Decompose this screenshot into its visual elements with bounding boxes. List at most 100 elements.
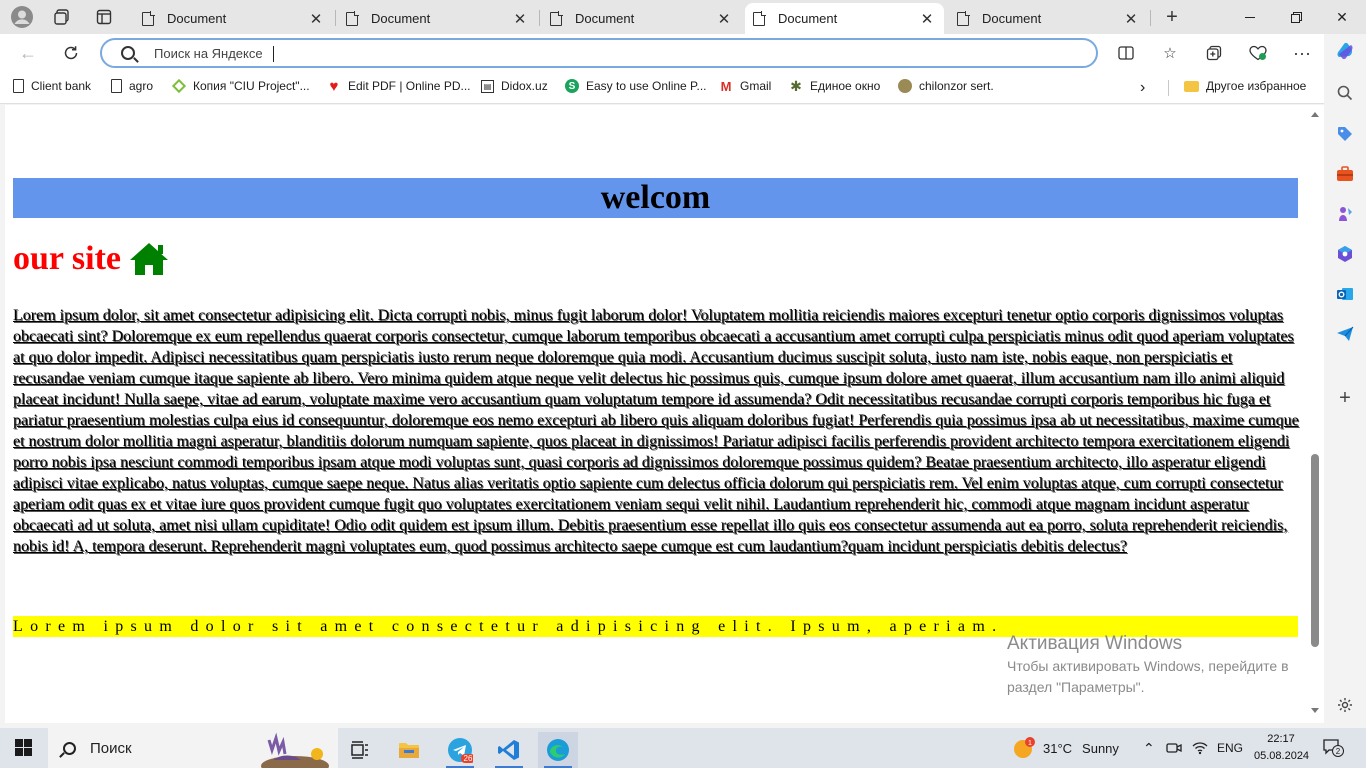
folder-icon	[399, 743, 419, 758]
add-sidebar-app-button[interactable]: +	[1334, 387, 1356, 409]
telegram-button[interactable]: 26	[440, 732, 480, 768]
close-tab-icon[interactable]: ✕	[1122, 10, 1140, 28]
refresh-button[interactable]	[57, 40, 85, 66]
document-icon	[957, 10, 970, 26]
browser-tab[interactable]: Document ✕	[338, 3, 537, 34]
tag-icon	[1338, 127, 1352, 141]
chess-piece-icon	[1339, 207, 1352, 221]
bookmark-item[interactable]: agro	[111, 79, 153, 93]
bookmark-item[interactable]: Client bank	[13, 79, 91, 93]
weather-widget[interactable]: 1 31°C Sunny	[1012, 728, 1119, 768]
show-hidden-icons-button[interactable]: ⌃	[1143, 728, 1155, 768]
restore-icon	[1290, 11, 1302, 23]
edge-sidebar: +	[1324, 34, 1366, 728]
site-title: our site	[13, 240, 169, 278]
sidebar-search-button[interactable]	[1334, 82, 1356, 104]
restore-button[interactable]	[1276, 4, 1316, 30]
document-icon	[346, 10, 359, 26]
meet-now-button[interactable]	[1166, 728, 1182, 768]
microsoft365-button[interactable]	[1334, 243, 1356, 265]
language-label: ENG	[1217, 741, 1244, 755]
close-tab-icon[interactable]: ✕	[511, 10, 529, 28]
weather-desc: Sunny	[1082, 740, 1119, 756]
heart-pulse-icon	[1249, 45, 1267, 61]
bookmark-item[interactable]: S Easy to use Online P...	[565, 79, 707, 93]
clock-time: 22:17	[1267, 733, 1295, 745]
scroll-down-arrow[interactable]	[1311, 708, 1319, 713]
network-button[interactable]	[1192, 728, 1208, 768]
close-window-button[interactable]: ✕	[1322, 4, 1362, 30]
taskbar-search-label: Поиск	[90, 739, 132, 757]
close-tab-icon[interactable]: ✕	[918, 10, 936, 28]
bookmark-item[interactable]: Копия "CIU Project"...	[171, 78, 310, 94]
shopping-button[interactable]	[1334, 123, 1356, 145]
close-tab-icon[interactable]: ✕	[307, 10, 325, 28]
bookmark-label: Easy to use Online P...	[586, 79, 707, 93]
edge-button[interactable]	[538, 732, 578, 768]
bookmark-label: agro	[129, 79, 154, 93]
tab-divider	[1150, 10, 1151, 26]
new-tab-button[interactable]: +	[1160, 5, 1184, 29]
lorem-paragraph: Lorem ipsum dolor, sit amet consectetur …	[13, 307, 1299, 555]
address-input[interactable]	[154, 45, 1054, 61]
site-title-text: our site	[13, 240, 121, 277]
address-bar[interactable]	[100, 38, 1098, 68]
close-tab-icon[interactable]: ✕	[715, 10, 733, 28]
bookmark-label: Client bank	[31, 79, 92, 93]
telegram-icon: 26	[448, 738, 473, 763]
browser-tab-active[interactable]: Document ✕	[745, 3, 944, 34]
browser-tab[interactable]: Document ✕	[134, 3, 333, 34]
bookmark-item[interactable]: ✱ Единое окно	[789, 77, 880, 94]
system-clock[interactable]: 22:17 05.08.2024	[1254, 731, 1310, 765]
s-circle-icon: S	[565, 79, 579, 93]
scrollbar-thumb[interactable]	[1311, 454, 1319, 647]
coin-icon	[898, 79, 912, 93]
sidebar-settings-button[interactable]	[1334, 694, 1356, 716]
bookmark-item[interactable]: M Gmail	[719, 79, 772, 94]
outlook-button[interactable]	[1334, 283, 1356, 305]
profile-avatar[interactable]	[10, 5, 34, 29]
more-bookmarks-button[interactable]: ›	[1140, 79, 1145, 97]
toolbox-icon	[1337, 166, 1353, 181]
browser-essentials-button[interactable]	[1246, 42, 1270, 64]
settings-menu-button[interactable]: ···	[1290, 42, 1314, 64]
file-explorer-button[interactable]	[389, 732, 429, 768]
copilot-button[interactable]	[1334, 40, 1356, 62]
bookmark-item[interactable]: ▤ Didox.uz	[481, 79, 548, 93]
browser-tab[interactable]: Document ✕	[542, 3, 741, 34]
start-button[interactable]	[15, 739, 32, 756]
browser-tab[interactable]: Document ✕	[949, 3, 1148, 34]
scroll-up-arrow[interactable]	[1311, 112, 1319, 117]
split-screen-button[interactable]	[1114, 42, 1138, 64]
vscode-button[interactable]	[489, 732, 529, 768]
bookmark-item[interactable]: chilonzor sert.	[898, 79, 994, 93]
telegram-sidebar-button[interactable]	[1334, 323, 1356, 345]
add-favorite-button[interactable]: ☆	[1158, 42, 1182, 64]
search-icon	[1337, 85, 1353, 101]
tab-actions-button[interactable]	[92, 5, 116, 29]
watermark-line: Чтобы активировать Windows, перейдите в	[1007, 658, 1289, 674]
browser-toolbar: ← ☆ ···	[0, 34, 1324, 72]
clock-date: 05.08.2024	[1254, 750, 1310, 762]
notifications-button[interactable]: 2	[1322, 728, 1344, 768]
vscode-icon	[498, 740, 519, 760]
workspaces-button[interactable]	[50, 5, 74, 29]
games-button[interactable]	[1334, 203, 1356, 225]
back-button[interactable]: ←	[14, 40, 42, 66]
outlook-icon	[1337, 288, 1353, 300]
page-scrollbar[interactable]	[1307, 105, 1324, 723]
gear-icon: ✱	[790, 77, 802, 94]
collections-button[interactable]	[1202, 42, 1226, 64]
more-icon: ···	[1293, 42, 1311, 63]
task-view-button[interactable]	[340, 732, 380, 768]
document-icon	[550, 10, 563, 26]
microsoft365-icon	[1338, 246, 1352, 262]
weather-badge: 1	[1028, 740, 1032, 747]
doc-icon	[13, 79, 24, 93]
other-favorites-folder[interactable]: Другое избранное	[1184, 79, 1306, 93]
tools-button[interactable]	[1334, 163, 1356, 185]
bookmark-item[interactable]: ♥ Edit PDF | Online PD...	[327, 78, 471, 95]
minimize-button[interactable]	[1230, 4, 1270, 30]
language-indicator[interactable]: ENG	[1217, 728, 1243, 768]
folder-icon	[1184, 80, 1199, 92]
